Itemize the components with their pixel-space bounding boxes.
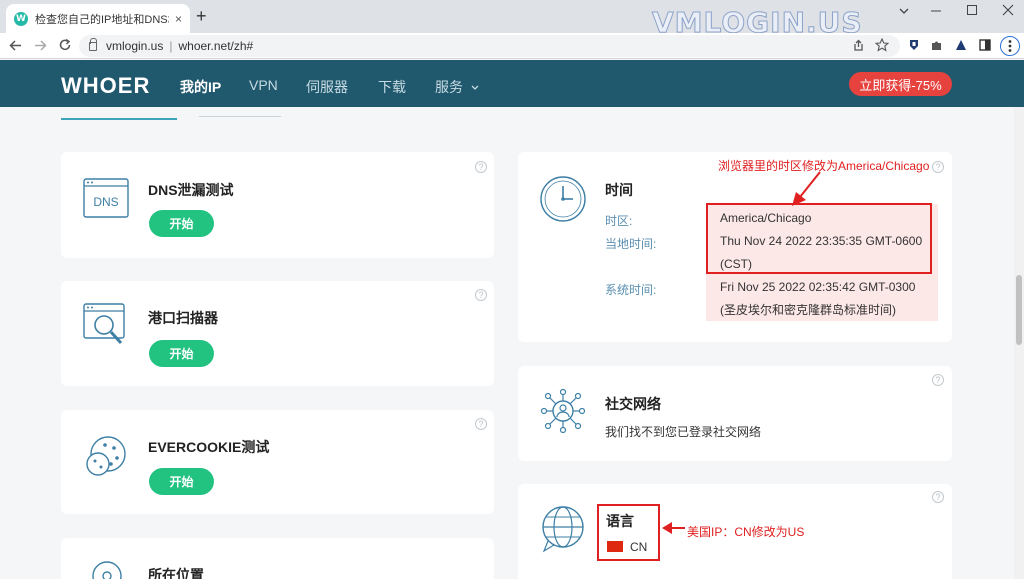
minimize-icon[interactable] — [930, 6, 942, 16]
browser-tab[interactable]: W 检查您自己的IP地址和DNS地址 × — [6, 4, 190, 33]
help-icon[interactable]: ? — [475, 418, 487, 430]
lock-icon[interactable] — [89, 37, 97, 51]
help-icon[interactable]: ? — [932, 161, 944, 173]
profile-icon[interactable] — [955, 39, 967, 51]
evercookie-card: ? EVERCOOKIE测试 开始 — [61, 410, 494, 514]
address-bar: vmlogin.us | whoer.net/zh# — [0, 33, 1024, 59]
language-arrow-icon — [662, 522, 685, 534]
dns-icon: DNS — [83, 178, 129, 218]
help-icon[interactable]: ? — [932, 491, 944, 503]
dns-icon-text: DNS — [93, 195, 118, 209]
port-scanner-card: ? 港口扫描器 开始 — [61, 281, 494, 386]
location-icon — [92, 561, 122, 579]
site-logo[interactable]: WHOER — [61, 73, 150, 99]
page-scrollbar[interactable] — [1014, 107, 1024, 579]
time-card: ? 时间 时区: America/Chicago 当地时间: Thu Nov 2… — [518, 152, 952, 342]
system-time-label: 系统时间: — [605, 283, 657, 297]
globe-icon — [542, 506, 584, 553]
social-network-icon — [540, 388, 586, 434]
timezone-annotation-box — [706, 203, 932, 274]
nav-my-ip[interactable]: 我的IP — [180, 77, 221, 97]
new-tab-icon[interactable]: + — [196, 6, 207, 27]
site-header: WHOER 我的IP VPN 伺服器 下载 服务 立即获得-75% — [0, 60, 1024, 107]
tab-title: 检查您自己的IP地址和DNS地址 — [35, 13, 169, 26]
nav-vpn[interactable]: VPN — [249, 77, 278, 93]
extension-icon[interactable] — [908, 39, 920, 51]
port-scanner-start-button[interactable]: 开始 — [149, 340, 214, 367]
system-time-zone: (圣皮埃尔和密克隆群岛标准时间) — [720, 303, 896, 317]
nav-services[interactable]: 服务 — [435, 77, 480, 97]
local-time-label: 当地时间: — [605, 237, 657, 251]
time-title: 时间 — [605, 182, 633, 198]
system-time-value: Fri Nov 25 2022 02:35:42 GMT-0300 — [720, 280, 916, 294]
help-icon[interactable]: ? — [475, 161, 487, 173]
back-icon[interactable] — [9, 39, 22, 52]
clock-icon — [540, 176, 586, 222]
scrollbar-thumb[interactable] — [1016, 275, 1022, 345]
browser-tab-bar: W 检查您自己的IP地址和DNS地址 × + VMLOGIN.US — [0, 0, 1024, 40]
social-network-card: ? 社交网络 我们找不到您已登录社交网络 — [518, 366, 952, 461]
port-scanner-title: 港口扫描器 — [148, 310, 218, 326]
evercookie-start-button[interactable]: 开始 — [149, 468, 214, 495]
language-annotation-box — [597, 504, 660, 561]
help-icon[interactable]: ? — [932, 374, 944, 386]
sidebar-icon[interactable] — [979, 39, 991, 51]
forward-icon[interactable] — [34, 39, 47, 52]
nav-download[interactable]: 下载 — [378, 77, 406, 97]
dns-start-button[interactable]: 开始 — [149, 210, 214, 237]
url-input[interactable]: vmlogin.us | whoer.net/zh# — [79, 35, 900, 57]
social-network-text: 我们找不到您已登录社交网络 — [605, 425, 762, 439]
tab-search-icon[interactable] — [898, 6, 910, 16]
menu-icon[interactable] — [1000, 36, 1020, 56]
location-title: 所在位置 — [148, 567, 204, 579]
share-icon[interactable] — [852, 39, 865, 52]
puzzle-icon[interactable] — [931, 39, 943, 51]
location-card: 所在位置 — [61, 538, 494, 579]
whoer-favicon-icon: W — [14, 11, 28, 26]
language-annotation: 美国IP：CN修改为US — [687, 525, 805, 539]
close-window-icon[interactable] — [1002, 4, 1014, 16]
active-tab-underline — [61, 118, 177, 120]
tab-close-icon[interactable]: × — [175, 12, 182, 26]
nav-services-label: 服务 — [435, 79, 463, 95]
social-network-title: 社交网络 — [605, 396, 661, 412]
timezone-label: 时区: — [605, 214, 633, 228]
evercookie-title: EVERCOOKIE测试 — [148, 439, 270, 455]
chevron-down-icon — [471, 85, 479, 90]
port-scanner-icon — [83, 303, 125, 345]
tab-underline — [199, 116, 281, 117]
help-icon[interactable]: ? — [475, 289, 487, 301]
reload-icon[interactable] — [58, 38, 72, 52]
dns-leak-title: DNS泄漏测试 — [148, 182, 234, 198]
nav-servers[interactable]: 伺服器 — [306, 77, 348, 97]
url-path: whoer.net/zh# — [178, 39, 254, 53]
maximize-icon[interactable] — [966, 4, 978, 16]
promo-button[interactable]: 立即获得-75% — [849, 72, 952, 96]
star-icon[interactable] — [875, 38, 889, 52]
cookie-icon — [86, 436, 126, 476]
dns-leak-card: ? DNS DNS泄漏测试 开始 — [61, 152, 494, 258]
url-host: vmlogin.us — [106, 39, 164, 53]
annotation-arrow-icon — [792, 171, 821, 206]
